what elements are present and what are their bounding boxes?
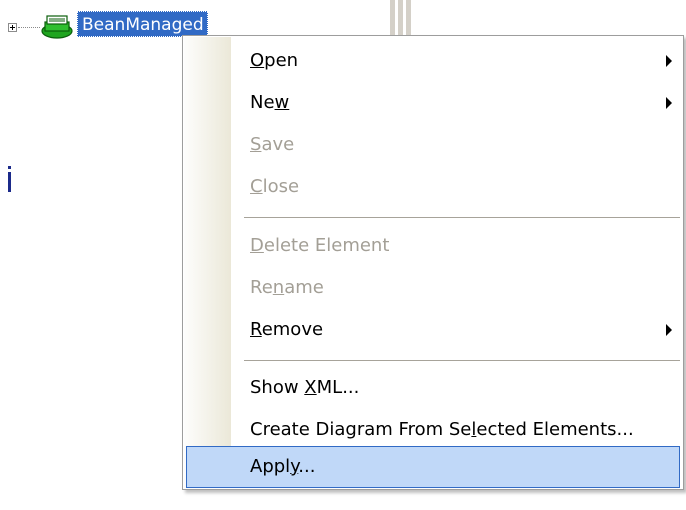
menu-item-label: Delete Element [250, 235, 390, 256]
menu-item-close: Close [186, 166, 680, 208]
text-cursor-icon [8, 166, 11, 192]
submenu-arrow-icon [666, 324, 672, 336]
menu-item-label: Remove [250, 319, 324, 340]
menu-item-label: Apply... [250, 456, 316, 477]
menu-item-rename: Rename [186, 267, 680, 309]
menu-separator [244, 217, 680, 218]
menu-item-remove[interactable]: Remove [186, 309, 680, 351]
menu-item-save: Save [186, 124, 680, 166]
menu-item-delete-element: Delete Element [186, 225, 680, 267]
submenu-arrow-icon [666, 55, 672, 67]
tree-node-label[interactable]: BeanManaged [77, 11, 208, 37]
menu-item-label: Save [250, 134, 295, 155]
menu-separator [244, 360, 680, 361]
menu-item-label: Close [250, 176, 300, 197]
menu-item-label: Open [250, 50, 299, 71]
context-menu: Open New Save Close Delete Element Renam… [182, 35, 684, 490]
menu-item-show-xml[interactable]: Show XML... [186, 367, 680, 409]
menu-item-new[interactable]: New [186, 82, 680, 124]
menu-item-label: Rename [250, 277, 324, 298]
menu-item-open[interactable]: Open [186, 40, 680, 82]
menu-item-label: Show XML... [250, 377, 360, 398]
menu-item-create-diagram[interactable]: Create Diagram From Selected Elements... [186, 409, 680, 451]
menu-item-apply[interactable]: Apply... [186, 446, 680, 488]
menu-item-label: New [250, 92, 290, 113]
tree-connector-line [18, 27, 40, 28]
menu-item-label: Create Diagram From Selected Elements... [250, 419, 634, 440]
component-node-icon [41, 15, 73, 39]
expand-plus-icon[interactable] [8, 23, 17, 32]
submenu-arrow-icon [666, 97, 672, 109]
tree-node-row[interactable]: BeanManaged [0, 0, 240, 40]
